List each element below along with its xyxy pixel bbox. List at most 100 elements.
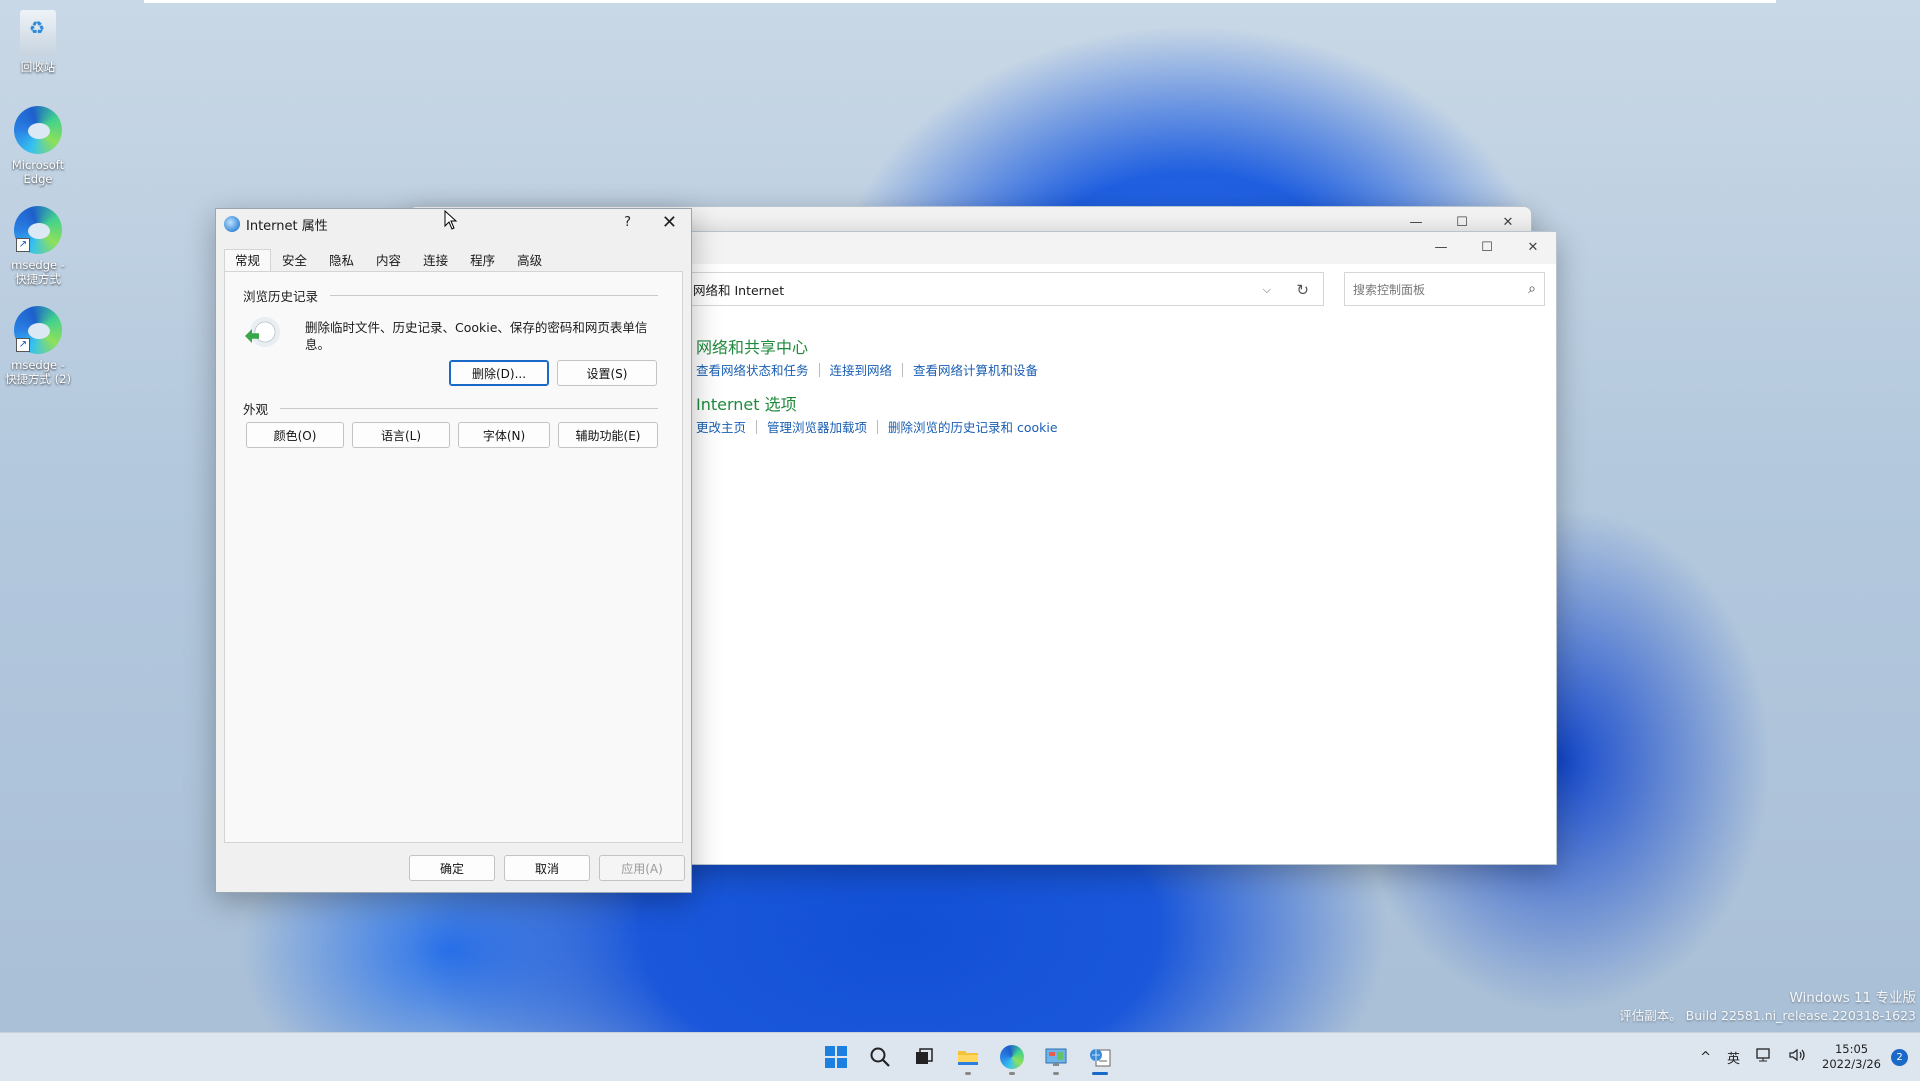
internet-properties-dialog[interactable]: Internet 属性 ? ✕ 常规 安全 隐私 内容 连接 程序 高级 浏览历… [215,208,692,893]
cancel-button[interactable]: 取消 [504,855,590,881]
input-method-indicator[interactable]: 英 [1727,1048,1740,1067]
group-label: 浏览历史记录 [243,289,319,304]
system-tray: ^ 英 15:05 2022/3/26 2 [1700,1033,1920,1081]
section-internet-options: Internet 选项 更改主页 管理浏览器加载项 删除浏览的历史记录和 coo… [696,395,1058,436]
group-appearance: 外观 [243,399,659,418]
file-explorer-icon [958,1051,978,1065]
divider [330,295,659,296]
section-title-link[interactable]: 网络和共享中心 [696,338,1058,358]
refresh-icon[interactable]: ↻ [1296,281,1309,299]
desktop-icon-edge[interactable]: Microsoft Edge [4,106,72,186]
accessibility-button[interactable]: 辅助功能(E) [558,422,658,448]
divider [902,362,904,377]
tab-strip: 常规 安全 隐私 内容 连接 程序 高级 [224,249,553,273]
group-browsing-history: 浏览历史记录 [243,286,659,305]
edge-icon [14,106,62,154]
tab-advanced[interactable]: 高级 [506,249,553,273]
search-button[interactable] [858,1039,902,1075]
desktop-icon-msedge-shortcut-2[interactable]: ↗ msedge - 快捷方式 (2) [4,306,72,386]
search-placeholder: 搜索控制面板 [1353,282,1426,297]
languages-button[interactable]: 语言(L) [352,422,450,448]
divider [877,419,879,434]
taskbar: ^ 英 15:05 2022/3/26 2 [0,1032,1920,1081]
link-view-network-status[interactable]: 查看网络状态和任务 [696,360,809,379]
fonts-button[interactable]: 字体(N) [458,422,550,448]
link-connect-to-network[interactable]: 连接到网络 [830,360,893,379]
edge-icon [1000,1045,1024,1069]
chevron-down-icon[interactable]: ⌵ [1263,283,1271,297]
volume-icon[interactable] [1788,1048,1806,1066]
divider [280,408,659,409]
section-links: 更改主页 管理浏览器加载项 删除浏览的历史记录和 cookie [696,417,1058,436]
divider [756,419,758,434]
delete-history-button[interactable]: 删除(D)... [449,360,549,386]
windows-watermark: Windows 11 专业版 评估副本。 Build 22581.ni_rele… [1619,990,1916,1024]
control-panel-content: 网络和共享中心 查看网络状态和任务 连接到网络 查看网络计算机和设备 Inter… [696,338,1058,436]
file-explorer-button[interactable] [946,1039,990,1075]
group-label: 外观 [243,402,269,417]
search-icon [870,1047,890,1067]
apply-button[interactable]: 应用(A) [599,855,685,881]
network-icon[interactable] [1756,1048,1772,1066]
clock-time: 15:05 [1834,1042,1869,1056]
history-description: 删除临时文件、历史记录、Cookie、保存的密码和网页表单信息。 [305,320,648,352]
start-icon [825,1046,847,1068]
desktop-icon-recycle-bin[interactable]: 回收站 [4,10,72,74]
watermark-edition: Windows 11 专业版 [1789,990,1916,1006]
divider [818,362,820,377]
dialog-title: Internet 属性 [246,218,328,234]
watermark-build: 评估副本。 Build 22581.ni_release.220318-1623 [1619,1008,1916,1023]
chevron-up-icon[interactable]: ^ [1700,1050,1711,1065]
search-icon[interactable]: ⌕ [1528,281,1536,297]
section-title-link[interactable]: Internet 选项 [696,395,1058,415]
tab-security[interactable]: 安全 [271,249,318,273]
history-clock-icon [250,317,280,347]
colors-button[interactable]: 颜色(O) [246,422,344,448]
start-button[interactable] [814,1039,858,1075]
link-view-network-computers[interactable]: 查看网络计算机和设备 [913,360,1038,379]
notification-badge[interactable]: 2 [1891,1048,1908,1066]
tab-programs[interactable]: 程序 [459,249,506,273]
task-view-icon [916,1048,933,1064]
history-settings-button[interactable]: 设置(S) [557,360,657,386]
desktop-icon-label: Microsoft Edge [11,158,65,186]
mouse-cursor-icon [444,210,458,230]
close-button[interactable]: ✕ [662,212,677,233]
link-manage-addons[interactable]: 管理浏览器加载项 [767,417,867,436]
search-input[interactable]: 搜索控制面板 ⌕ [1344,272,1545,306]
control-panel-icon [1045,1048,1067,1066]
internet-options-taskbar-button[interactable] [1078,1039,1122,1075]
maximize-icon[interactable]: ☐ [1464,232,1510,262]
address-path: 网络和 Internet [693,282,785,298]
edge-taskbar-button[interactable] [990,1039,1034,1075]
minimize-icon[interactable]: — [1418,232,1464,262]
desktop-icon-label: 回收站 [20,60,56,74]
close-icon[interactable]: ✕ [1510,232,1556,262]
recycle-bin-icon [20,10,56,56]
desktop-icon-label: msedge - 快捷方式 (2) [5,358,71,386]
clock[interactable]: 15:05 2022/3/26 [1822,1042,1881,1072]
taskbar-apps [814,1039,1122,1075]
navigation-bar: 网络和 Internet ⌵ ↻ 搜索控制面板 ⌕ [561,272,1556,310]
tab-content[interactable]: 内容 [365,249,412,273]
globe-icon [224,216,240,232]
ok-button[interactable]: 确定 [409,855,495,881]
internet-options-icon [1090,1049,1111,1067]
tab-connections[interactable]: 连接 [412,249,459,273]
task-view-button[interactable] [902,1039,946,1075]
edge-shortcut-icon: ↗ [14,306,62,354]
title-bar[interactable]: — ☐ ✕ [561,232,1556,264]
control-panel-window[interactable]: — ☐ ✕ 网络和 Internet ⌵ ↻ 搜索控制面板 ⌕ 网络和共享中心 … [560,231,1557,865]
tab-panel-general: 浏览历史记录 删除临时文件、历史记录、Cookie、保存的密码和网页表单信息。 … [224,271,683,843]
caption-buttons: — ☐ ✕ [1418,232,1556,262]
tab-general[interactable]: 常规 [224,249,272,273]
desktop-icon-label: msedge - 快捷方式 [11,258,65,286]
help-button[interactable]: ? [624,215,631,230]
desktop-icon-msedge-shortcut[interactable]: ↗ msedge - 快捷方式 [4,206,72,286]
edge-shortcut-icon: ↗ [14,206,62,254]
link-delete-history[interactable]: 删除浏览的历史记录和 cookie [888,417,1058,436]
section-network-sharing: 网络和共享中心 查看网络状态和任务 连接到网络 查看网络计算机和设备 [696,338,1058,379]
link-change-homepage[interactable]: 更改主页 [696,417,746,436]
tab-privacy[interactable]: 隐私 [318,249,365,273]
control-panel-taskbar-button[interactable] [1034,1039,1078,1075]
